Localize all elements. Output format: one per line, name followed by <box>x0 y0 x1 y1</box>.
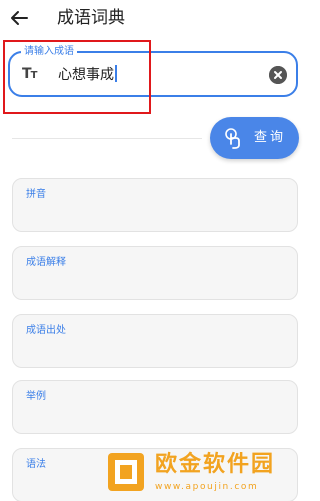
page-title: 成语词典 <box>57 8 125 28</box>
clear-icon[interactable] <box>269 66 287 84</box>
pinyin-card: 拼音 <box>12 178 298 232</box>
idiom-search-field[interactable]: 请输入成语 TT 心想事成 <box>8 45 298 97</box>
touch-icon <box>225 128 240 149</box>
explanation-card: 成语解释 <box>12 246 298 300</box>
watermark: 欧金软件园 www.apoujin.com <box>103 446 301 501</box>
arrow-left-icon[interactable] <box>8 7 30 29</box>
grammar-label: 语法 <box>26 459 46 470</box>
text-caret <box>115 65 117 82</box>
query-button-label: 查询 <box>254 130 287 145</box>
watermark-logo-icon <box>108 453 144 491</box>
text-size-icon: TT <box>22 66 37 82</box>
app-bar: 成语词典 <box>0 0 301 40</box>
explanation-label: 成语解释 <box>26 257 66 268</box>
search-input[interactable]: 心想事成 <box>58 65 117 84</box>
watermark-url: www.apoujin.com <box>155 482 259 492</box>
search-input-value: 心想事成 <box>58 67 114 83</box>
example-card: 举例 <box>12 380 298 434</box>
pinyin-label: 拼音 <box>26 189 46 200</box>
query-button[interactable]: 查询 <box>210 117 299 159</box>
search-field-label: 请输入成语 <box>21 45 77 58</box>
source-card: 成语出处 <box>12 314 298 368</box>
divider <box>12 138 202 139</box>
source-label: 成语出处 <box>26 325 66 336</box>
watermark-title: 欧金软件园 <box>155 452 276 477</box>
example-label: 举例 <box>26 391 46 402</box>
